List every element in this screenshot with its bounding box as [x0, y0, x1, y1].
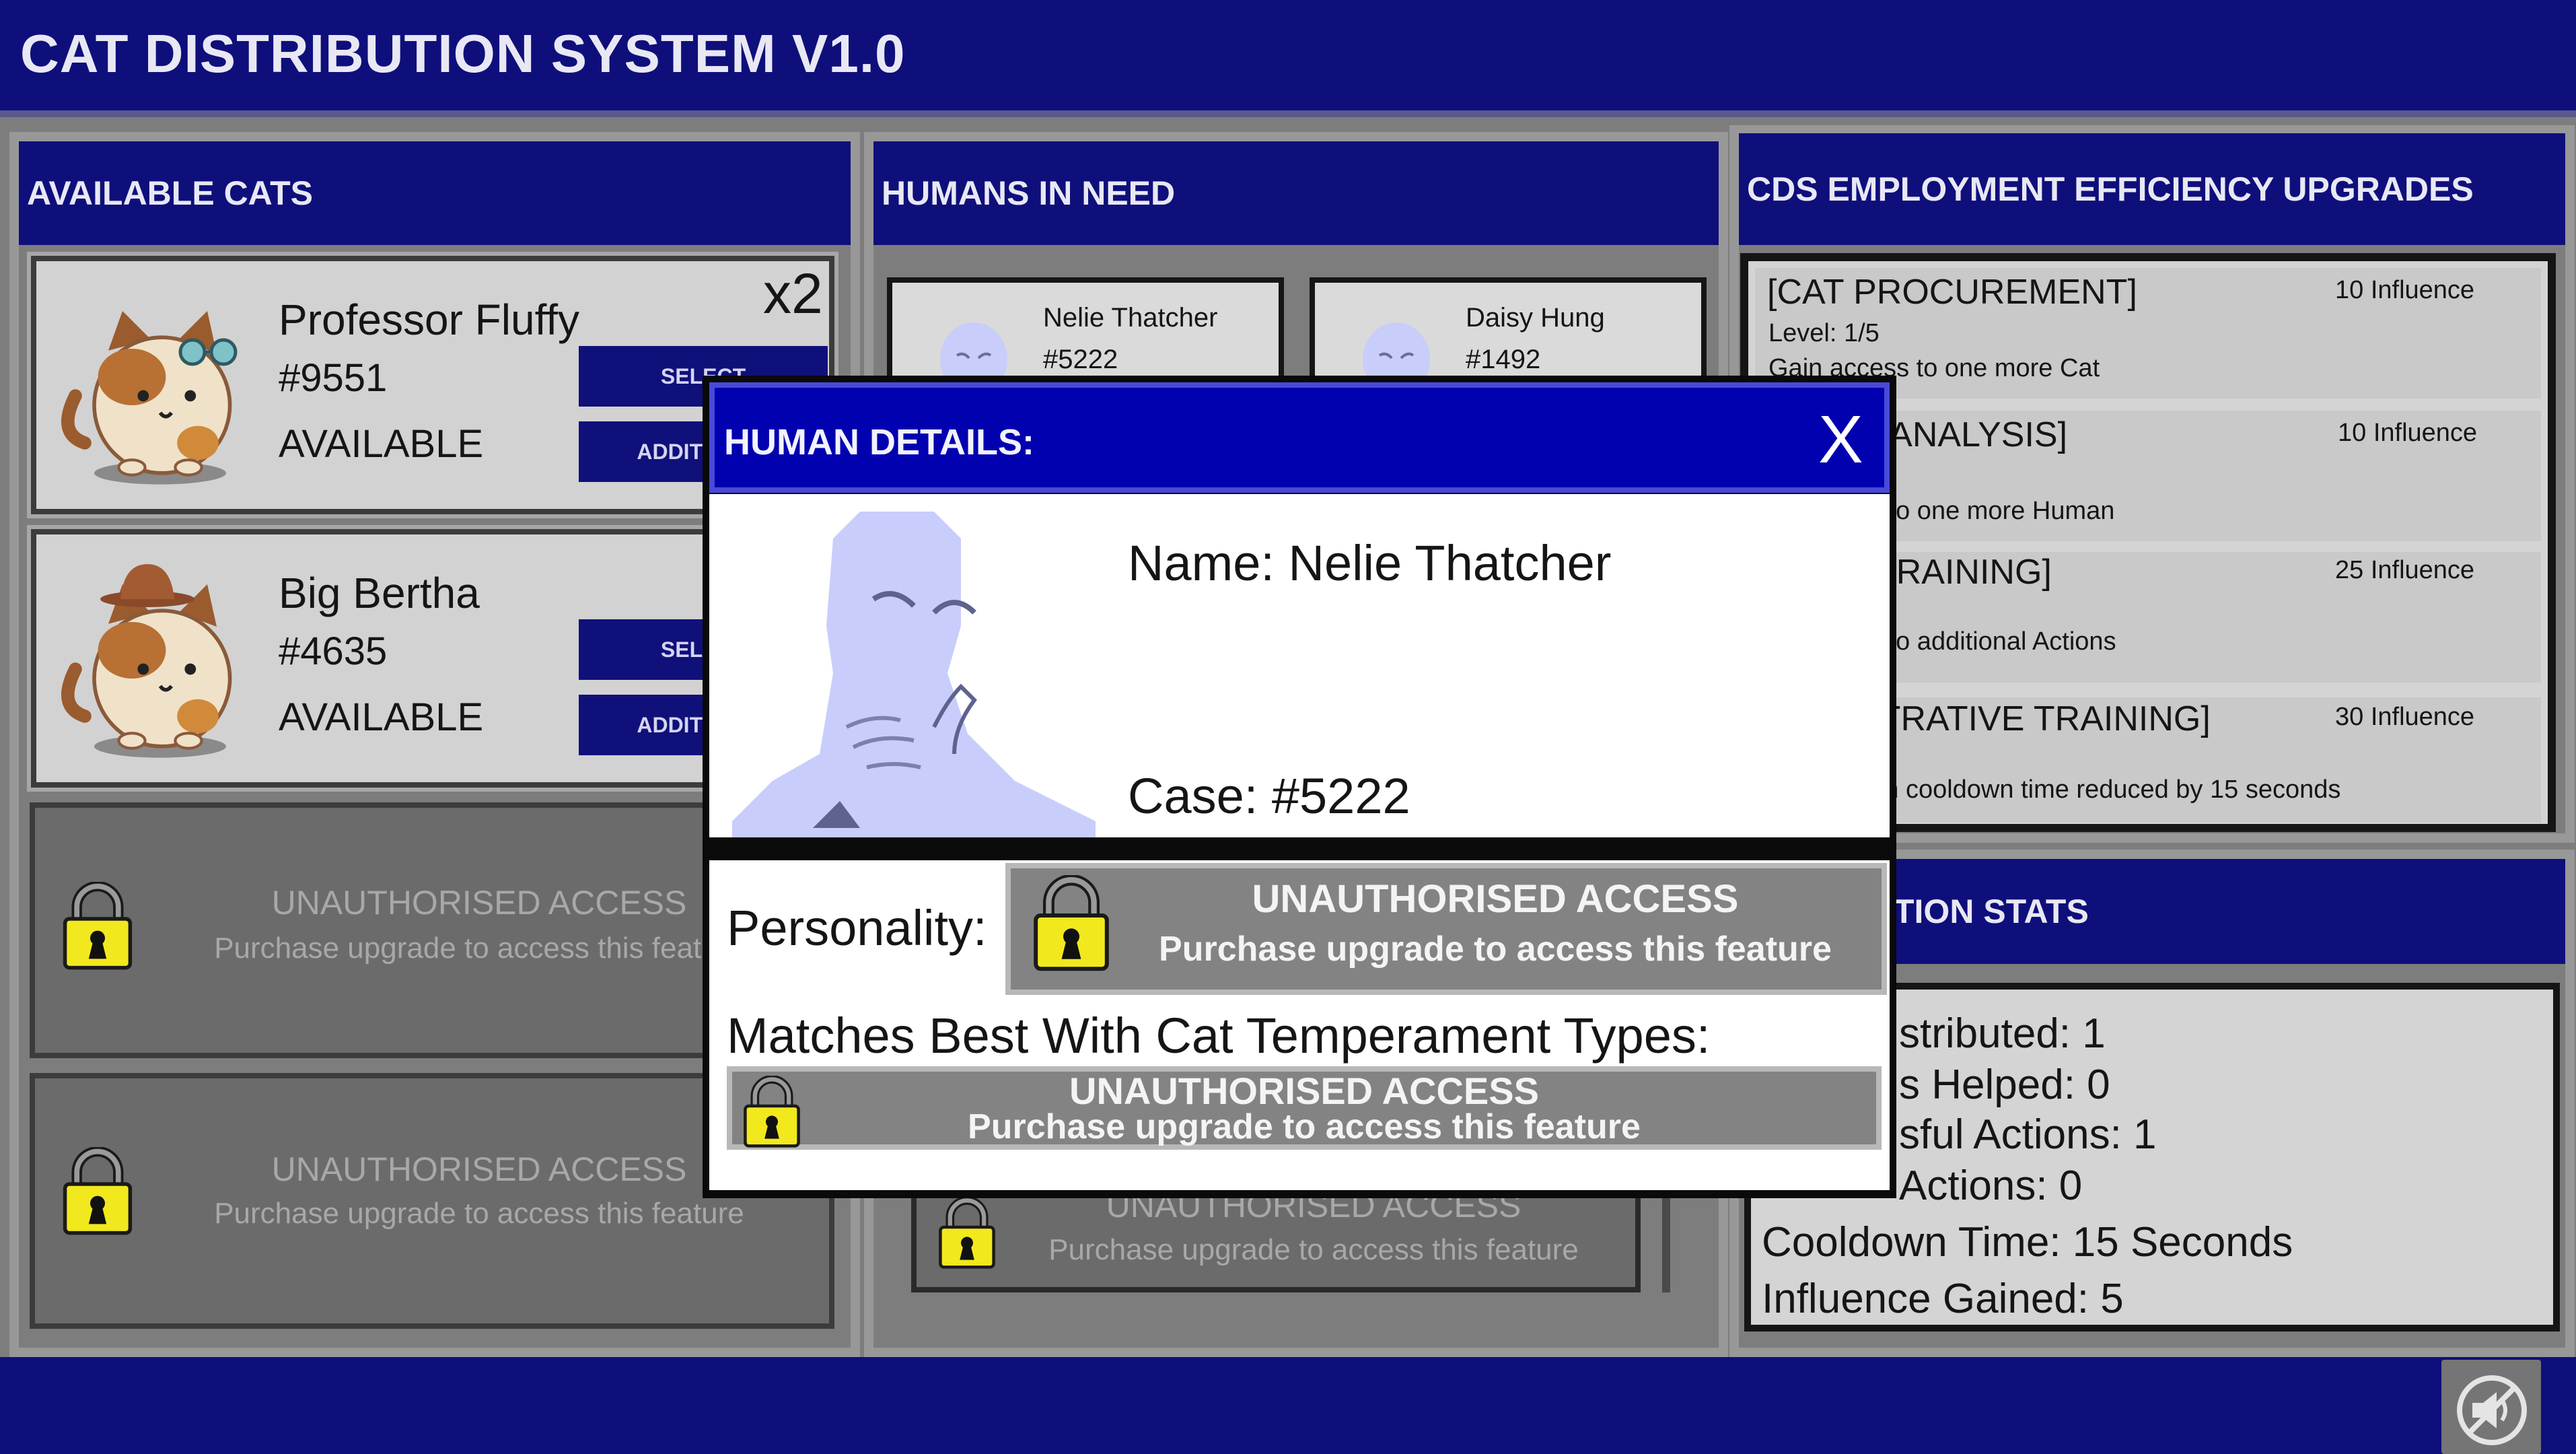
personality-locked: UNAUTHORISED ACCESS Purchase upgrade to …: [1005, 863, 1887, 995]
cat-glasses-icon: [178, 332, 238, 372]
humans-panel-title: HUMANS IN NEED: [882, 174, 1176, 212]
human-card[interactable]: Nelie Thatcher #5222: [887, 277, 1284, 393]
stat-failed-actions: Actions: 0: [1899, 1163, 2083, 1209]
matches-label: Matches Best With Cat Temperament Types:: [727, 1008, 1711, 1064]
cat-icon: [57, 302, 245, 490]
mute-speaker-icon: [2457, 1375, 2527, 1445]
upgrades-panel-header: CDS EMPLOYMENT EFFICIENCY UPGRADES: [1739, 133, 2565, 245]
padlock-icon: [61, 1147, 135, 1236]
padlock-icon: [1031, 875, 1112, 972]
cat-hat-icon: [97, 561, 198, 609]
cat-status: AVAILABLE: [279, 422, 484, 466]
personality-label: Personality:: [727, 900, 987, 956]
humans-scrollbar[interactable]: [1662, 1185, 1670, 1292]
bottom-bar: [0, 1357, 2576, 1454]
stat-cats-distributed: stributed: 1: [1899, 1010, 2106, 1057]
matches-locked: UNAUTHORISED ACCESS Purchase upgrade to …: [727, 1066, 1882, 1150]
stats-panel-title: TION STATS: [1894, 893, 2089, 930]
human-card[interactable]: Daisy Hung #1492: [1310, 277, 1707, 393]
human-silhouette-icon: [732, 512, 1096, 837]
upgrade-description: nan cooldown time reduced by 15 seconds: [1856, 775, 2341, 804]
close-icon[interactable]: X: [1818, 401, 1863, 479]
stat-successful-actions: sful Actions: 1: [1899, 1111, 2157, 1158]
locked-message: Purchase upgrade to access this feature: [968, 1107, 1641, 1146]
locked-title: UNAUTHORISED ACCESS: [1252, 877, 1739, 921]
human-case: #1492: [1466, 345, 1541, 374]
upgrade-cost: 10 Influence: [2335, 276, 2475, 304]
human-detail-case: Case: #5222: [1128, 768, 1410, 824]
human-details-modal: HUMAN DETAILS: X Name: Nelie Thatcher Ca…: [703, 376, 1896, 1198]
upgrade-title: STRATIVE TRAINING]: [1856, 699, 2211, 738]
upgrade-cost: 10 Influence: [2338, 419, 2478, 447]
humans-panel-header: HUMANS IN NEED: [873, 141, 1719, 245]
modal-header: HUMAN DETAILS: X: [709, 382, 1890, 493]
padlock-icon: [937, 1197, 997, 1270]
padlock-icon: [742, 1076, 802, 1148]
upgrade-level: Level: 1/5: [1768, 319, 1880, 347]
modal-title: HUMAN DETAILS:: [724, 422, 1034, 462]
cat-multiplier: x2: [763, 262, 823, 325]
locked-message: Purchase upgrade to access this feature: [1048, 1233, 1579, 1266]
cat-id: #9551: [279, 356, 388, 400]
human-name: Nelie Thatcher: [1043, 303, 1218, 333]
upgrade-cost: 25 Influence: [2335, 556, 2475, 584]
locked-message: Purchase upgrade to access this feature: [214, 1197, 744, 1230]
locked-message: Purchase upgrade to access this feature: [1159, 930, 1832, 969]
upgrade-title: [CAT PROCUREMENT]: [1767, 273, 2137, 312]
modal-profile-section: Name: Nelie Thatcher Case: #5222: [709, 494, 1890, 837]
padlock-icon: [61, 882, 135, 971]
human-detail-name: Name: Nelie Thatcher: [1128, 535, 1612, 591]
title-bar: CAT DISTRIBUTION SYSTEM V1.0: [0, 0, 2576, 117]
cat-name: Professor Fluffy: [279, 296, 579, 344]
app-title: CAT DISTRIBUTION SYSTEM V1.0: [20, 24, 906, 83]
modal-traits-section: Personality: UNAUTHORISED ACCESS Purchas…: [709, 860, 1890, 1190]
cats-panel-header: AVAILABLE CATS: [19, 141, 851, 245]
cats-panel-title: AVAILABLE CATS: [27, 174, 313, 212]
cat-name: Big Bertha: [279, 569, 480, 617]
upgrade-cost: 30 Influence: [2335, 703, 2475, 731]
cat-id: #4635: [279, 629, 388, 673]
cat-status: AVAILABLE: [279, 695, 484, 739]
stat-influence-gained: Influence Gained: 5: [1762, 1276, 2124, 1322]
human-name: Daisy Hung: [1466, 303, 1605, 333]
stat-cooldown-time: Cooldown Time: 15 Seconds: [1762, 1219, 2293, 1266]
human-case: #5222: [1043, 345, 1118, 374]
stat-humans-helped: s Helped: 0: [1899, 1062, 2110, 1108]
mute-button[interactable]: [2441, 1360, 2541, 1454]
upgrades-panel-title: CDS EMPLOYMENT EFFICIENCY UPGRADES: [1747, 170, 2474, 208]
